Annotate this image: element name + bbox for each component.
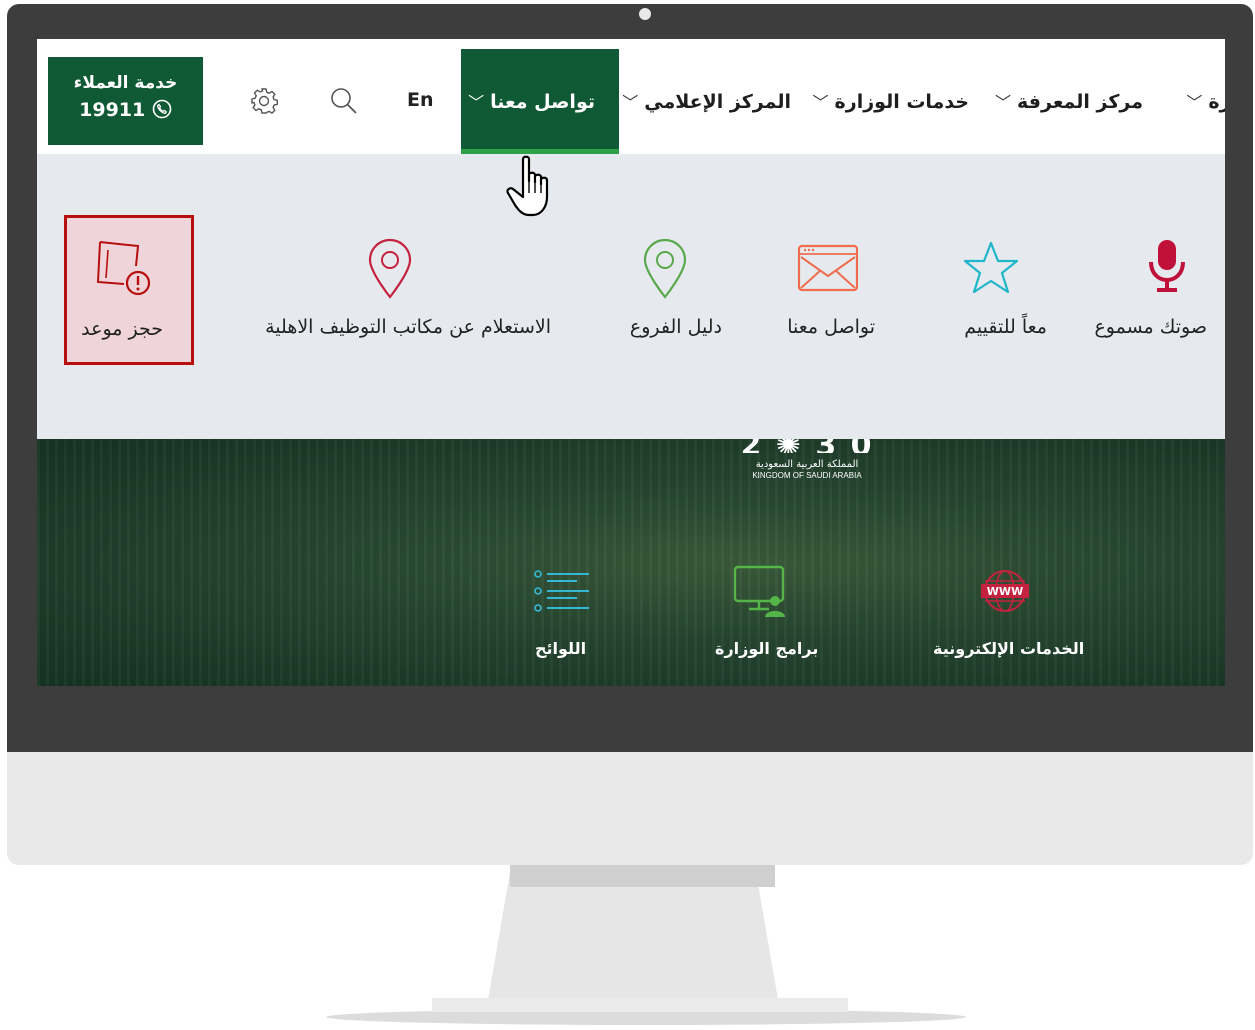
nav-item-ministry-label: ارة — [1208, 91, 1225, 113]
monitor-stand-joint — [510, 865, 775, 887]
chevron-down-icon: ﹀ — [622, 93, 639, 112]
chevron-down-icon: ﹀ — [1186, 93, 1203, 112]
monitor-camera — [639, 8, 651, 20]
svg-text:WWW: WWW — [987, 585, 1023, 598]
chevron-down-icon: ﹀ — [468, 93, 485, 112]
vision-2030-mark: 2 ✺ 3 0 — [737, 439, 877, 453]
mega-item-book-appointment-label: حجز موعد — [81, 318, 163, 340]
appointment-alert-icon — [96, 241, 151, 296]
star-icon — [963, 241, 1019, 294]
nav-item-contact-us[interactable]: تواصل معنا ﹀ — [461, 49, 619, 154]
microphone-icon — [1149, 240, 1185, 292]
contact-mega-menu: صوتك مسموع معاً للتقييم تواصل معنا دليل … — [37, 154, 1225, 439]
list-icon — [534, 570, 589, 612]
customer-service-button[interactable]: خدمة العملاء 19911 — [48, 57, 203, 145]
hero-item-ministry-programs[interactable]: برامج الوزارة — [715, 639, 818, 658]
mega-item-book-appointment[interactable]: حجز موعد — [64, 215, 194, 365]
www-globe-icon: WWW — [981, 570, 1029, 612]
nav-item-contact-us-label: تواصل معنا — [490, 91, 595, 113]
nav-item-media-center[interactable]: المركز الإعلامي ﹀ — [622, 89, 791, 113]
chevron-down-icon: ﹀ — [995, 93, 1012, 112]
nav-item-knowledge-center[interactable]: مركز المعرفة ﹀ — [995, 89, 1143, 113]
mega-item-contact-label: تواصل معنا — [787, 316, 875, 338]
envelope-icon — [797, 244, 859, 292]
chevron-down-icon: ﹀ — [812, 93, 829, 112]
computer-user-icon — [733, 565, 785, 617]
nav-item-media-center-label: المركز الإعلامي — [644, 91, 791, 113]
gear-icon[interactable] — [249, 86, 279, 116]
customer-service-number: 19911 — [79, 99, 146, 121]
hand-pointer-cursor-icon — [506, 155, 549, 217]
customer-service-phone: 19911 — [48, 99, 203, 121]
mega-item-employment-offices-label: الاستعلام عن مكاتب التوظيف الاهلية — [265, 316, 551, 338]
nav-item-ministry[interactable]: ارة ﹀ — [1186, 89, 1225, 113]
map-pin-icon — [368, 238, 412, 299]
language-toggle-button[interactable]: En — [407, 89, 434, 111]
customer-service-title: خدمة العملاء — [73, 73, 178, 93]
vision-arabic-text: المملكة العربية السعودية — [755, 459, 859, 470]
hero-item-regulations[interactable]: اللوائح — [535, 639, 586, 658]
mega-item-your-voice-label: صوتك مسموع — [1094, 316, 1207, 338]
nav-item-ministry-services-label: خدمات الوزارة — [834, 91, 969, 113]
monitor-stand-base — [432, 998, 848, 1012]
nav-item-knowledge-center-label: مركز المعرفة — [1017, 91, 1143, 113]
top-navbar: خدمة العملاء 19911 En تواصل معنا ﹀ المركز… — [37, 39, 1225, 154]
hero-banner: 2 ✺ 3 0 المملكة العربية السعودية KINGDOM… — [37, 439, 1225, 686]
map-pin-icon — [643, 238, 687, 299]
search-icon[interactable] — [328, 85, 360, 117]
vision-2030-logo: 2 ✺ 3 0 المملكة العربية السعودية KINGDOM… — [737, 439, 877, 489]
nav-item-ministry-services[interactable]: خدمات الوزارة ﹀ — [813, 89, 969, 113]
phone-icon — [152, 99, 172, 119]
hero-item-e-services[interactable]: الخدمات الإلكترونية — [933, 639, 1084, 658]
browser-screen: خدمة العملاء 19911 En تواصل معنا ﹀ المركز… — [37, 39, 1225, 686]
mega-item-evaluation-label: معاً للتقييم — [964, 316, 1047, 338]
monitor-chin — [7, 752, 1253, 865]
vision-english-text: KINGDOM OF SAUDI ARABIA — [752, 471, 862, 480]
nav-item-contact-us-wrapper: تواصل معنا ﹀ — [468, 89, 595, 113]
mega-item-branch-guide-label: دليل الفروع — [629, 316, 722, 338]
